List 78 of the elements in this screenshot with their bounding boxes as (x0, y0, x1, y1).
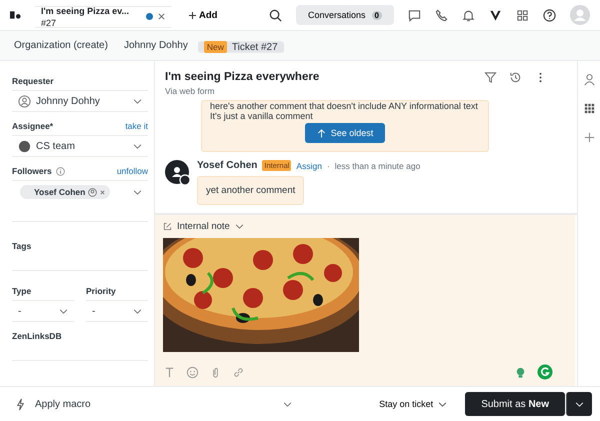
chevron-down-icon (133, 144, 142, 148)
breadcrumb-tab[interactable]: New Ticket #27 (198, 41, 284, 53)
conversations-button[interactable]: Conversations 0 (296, 5, 394, 25)
priority-select[interactable]: - (86, 300, 148, 322)
unfollow-link[interactable]: unfollow (116, 166, 148, 176)
history-icon[interactable] (509, 71, 522, 84)
field-label: Requester (12, 76, 54, 86)
ticket-tab[interactable]: I'm seeing Pizza ev... #27 (35, 6, 171, 28)
requester-select[interactable]: Johnny Dohhy (12, 90, 148, 112)
chevron-down-icon (234, 224, 244, 229)
phone-icon[interactable] (435, 8, 448, 22)
follower-chip[interactable]: Yosef Cohen (20, 185, 110, 199)
note-type-dropdown[interactable]: Internal note (163, 221, 244, 232)
field-label: Tags (12, 241, 32, 251)
status-badge: New (204, 41, 227, 53)
type-select[interactable]: - (12, 300, 74, 322)
user-icon (88, 188, 98, 196)
comment-text: yet another comment (206, 185, 296, 196)
search-icon[interactable] (269, 8, 282, 22)
ticket-channel: Via web form (165, 86, 216, 96)
v-logo-icon[interactable] (489, 8, 502, 22)
submit-button[interactable]: Submit as New (465, 392, 565, 416)
filter-icon[interactable] (484, 71, 497, 84)
apply-macro-dropdown[interactable]: Apply macro (14, 398, 292, 410)
conversations-count: 0 (372, 10, 382, 20)
breadcrumb-tab[interactable]: Organization (create) (8, 36, 114, 55)
comment-text: here's another comment that doesn't include ANY informational text (210, 101, 479, 111)
add-button[interactable]: Add (189, 10, 218, 20)
group-avatar-icon (18, 140, 31, 152)
field-label: Assignee* (12, 121, 54, 131)
chevron-down-icon (133, 98, 142, 104)
info-icon (56, 166, 65, 176)
comment-time: less than a minute ago (334, 160, 420, 170)
chevron-down-icon (133, 190, 142, 194)
field-label: ZenLinksDB (12, 331, 62, 341)
link-icon[interactable] (232, 366, 245, 378)
submit-options-button[interactable] (566, 392, 592, 416)
field-label: Priority (86, 286, 116, 296)
chevron-down-icon (133, 308, 142, 314)
logo-icon[interactable] (10, 10, 21, 20)
emoji-icon[interactable] (186, 366, 199, 378)
separator-dot: · (326, 160, 330, 170)
chevron-down-icon (438, 402, 448, 406)
grammar-check-icon[interactable] (537, 364, 553, 380)
user-icon (18, 94, 31, 108)
tab-number: #27 (41, 16, 56, 28)
chat-icon[interactable] (408, 8, 421, 22)
edit-icon (163, 222, 172, 231)
stay-on-ticket-dropdown[interactable]: Stay on ticket (373, 398, 454, 410)
field-label: Type (12, 286, 32, 296)
close-icon[interactable] (158, 13, 165, 20)
breadcrumb-tab[interactable]: Johnny Dohhy (118, 36, 194, 55)
author-name: Yosef Cohen (197, 160, 258, 171)
ticket-title: I'm seeing Pizza everywhere (165, 71, 320, 83)
plus-icon (189, 12, 196, 18)
help-icon[interactable] (543, 8, 556, 22)
author-avatar (165, 160, 191, 186)
bulb-icon[interactable] (514, 366, 527, 378)
tab-title: I'm seeing Pizza ev... (41, 4, 130, 16)
field-label: Followers (12, 166, 52, 176)
lightning-icon (14, 398, 27, 410)
followers-field[interactable]: Yosef Cohen (12, 180, 148, 222)
assignee-select[interactable]: CS team (12, 135, 148, 157)
apps-grid-icon[interactable] (582, 102, 596, 115)
bell-icon[interactable] (462, 8, 475, 22)
arrow-up-icon (316, 128, 326, 138)
chevron-down-icon (283, 402, 292, 406)
remove-icon[interactable] (100, 190, 106, 194)
chevron-down-icon (575, 402, 584, 406)
assign-link[interactable]: Assign (296, 160, 322, 170)
see-oldest-button[interactable]: See oldest (304, 123, 386, 143)
chevron-down-icon (59, 308, 68, 314)
user-icon[interactable] (582, 73, 596, 86)
take-it-link[interactable]: take it (125, 121, 148, 131)
apps-grid-icon[interactable] (516, 8, 529, 22)
comment-text: It's just a vanilla comment (210, 111, 314, 121)
text-format-icon[interactable] (163, 366, 176, 378)
plus-icon[interactable] (582, 131, 596, 144)
